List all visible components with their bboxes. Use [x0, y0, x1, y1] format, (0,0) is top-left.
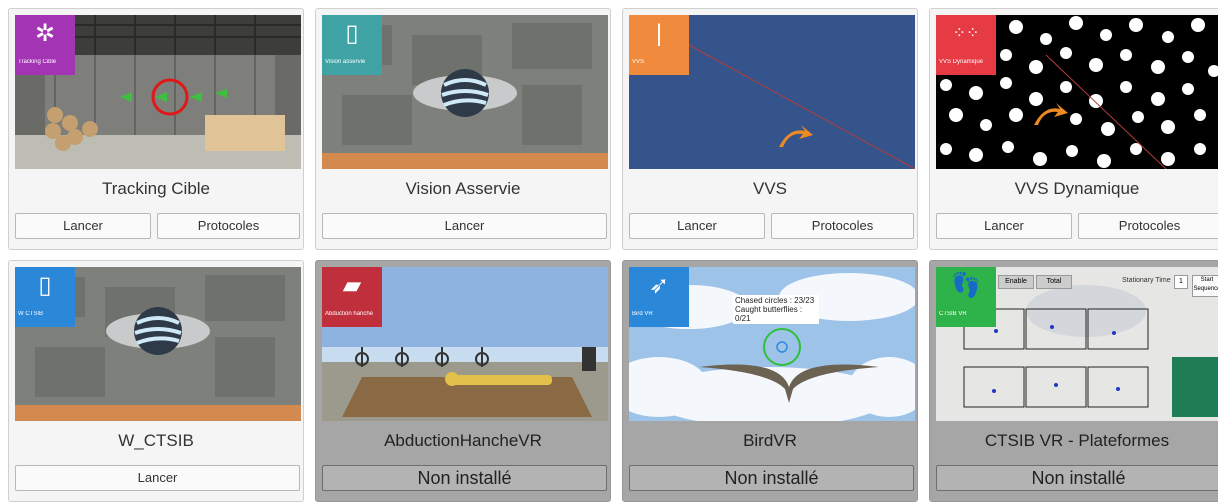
app-card-vvs-dynamique: ⁘⁘ VVS Dynamique VVS Dynamique Lancer Pr… [929, 8, 1218, 250]
app-title: W_CTSIB [118, 431, 194, 450]
app-badge: ▯ Vision asservie [322, 15, 382, 75]
app-badge: ✲ Tracking Cible [15, 15, 75, 75]
app-thumbnail: Chased circles : 23/23 Caught butterflie… [629, 267, 915, 421]
badge-label: CTSIB VR [939, 311, 967, 317]
vr-headset-icon: ▯ [38, 272, 52, 299]
vertical-line-icon: | [655, 20, 663, 47]
badge-label: Tracking Cible [18, 59, 57, 65]
launch-button[interactable]: Lancer [322, 213, 607, 239]
app-card-abduction-hanche-vr: ▰ Abduction hanche AbductionHancheVR Non… [315, 260, 611, 502]
app-badge: ⁘⁘ VVS Dynamique [936, 15, 996, 75]
caught-butterflies-text: Caught butterflies : 0/21 [735, 305, 803, 323]
app-title: Vision Asservie [405, 179, 521, 198]
app-thumbnail: ▰ Abduction hanche [322, 267, 608, 421]
app-card-w-ctsib: ▯ W CTSIB W_CTSIB Lancer [8, 260, 304, 502]
app-badge: | VVS [629, 15, 689, 75]
app-badge: ➶ Bird VR [629, 267, 689, 327]
app-badge: ▰ Abduction hanche [322, 267, 382, 327]
app-thumbnail: | VVS [629, 15, 915, 169]
total-tab: Total [1036, 275, 1072, 289]
app-thumbnail: ▯ W CTSIB [15, 267, 301, 421]
app-title: VVS [752, 179, 788, 198]
app-title: Tracking Cible [101, 179, 211, 198]
stationary-time-label: Stationary Time [1122, 277, 1171, 284]
launch-button[interactable]: Lancer [15, 465, 300, 491]
app-title: VVS Dynamique [1014, 179, 1140, 198]
dots-grid-icon: ⁘⁘ [952, 25, 980, 42]
chased-circles-text: Chased circles : 23/23 [735, 296, 815, 305]
app-thumbnail: ⁘⁘ VVS Dynamique [936, 15, 1218, 169]
bird-icon: ➶ [648, 272, 670, 299]
not-installed-button[interactable]: Non installé [322, 465, 607, 491]
badge-label: VVS Dynamique [939, 59, 984, 65]
badge-label: Vision asservie [325, 59, 366, 65]
start-sequence-button: Start Sequence [1192, 275, 1218, 297]
target-bug-icon: ✲ [34, 20, 56, 47]
protocols-button[interactable]: Protocoles [157, 213, 300, 239]
stationary-time-value: 1 [1174, 275, 1188, 289]
app-badge: ▯ W CTSIB [15, 267, 75, 327]
leg-raise-icon: ▰ [342, 272, 362, 299]
app-card-tracking-cible: ✲ Tracking Cible Tracking Cible Lancer P… [8, 8, 304, 250]
launch-button[interactable]: Lancer [15, 213, 151, 239]
app-badge: 👣 CTSIB VR [936, 267, 996, 327]
score-overlay: Chased circles : 23/23 Caught butterflie… [733, 295, 819, 324]
badge-label: Bird VR [632, 311, 653, 317]
app-card-vision-asservie: ▯ Vision asservie Vision Asservie Lancer [315, 8, 611, 250]
app-thumbnail: Enable Total Stationary Time 1 Start Seq… [936, 267, 1218, 421]
total-label: Total [1046, 278, 1062, 285]
app-title: AbductionHancheVR [384, 431, 542, 450]
enable-tab: Enable [998, 275, 1034, 289]
protocols-button[interactable]: Protocoles [1078, 213, 1218, 239]
vr-headset-icon: ▯ [345, 20, 359, 47]
launch-button[interactable]: Lancer [629, 213, 765, 239]
badge-label: VVS [632, 59, 645, 65]
not-installed-button[interactable]: Non installé [936, 465, 1218, 491]
app-card-ctsib-vr-plateformes: Enable Total Stationary Time 1 Start Seq… [929, 260, 1218, 502]
app-title: CTSIB VR - Plateformes [984, 431, 1170, 450]
app-title: BirdVR [743, 431, 797, 450]
launch-button[interactable]: Lancer [936, 213, 1072, 239]
feet-icon: 👣 [951, 272, 981, 299]
badge-label: Abduction hanche [325, 311, 374, 317]
app-thumbnail: ▯ Vision asservie [322, 15, 608, 169]
app-card-bird-vr: Chased circles : 23/23 Caught butterflie… [622, 260, 918, 502]
badge-label: W CTSIB [18, 311, 43, 317]
not-installed-button[interactable]: Non installé [629, 465, 914, 491]
app-thumbnail: ✲ Tracking Cible [15, 15, 301, 169]
protocols-button[interactable]: Protocoles [771, 213, 914, 239]
app-card-vvs: | VVS VVS Lancer Protocoles [622, 8, 918, 250]
enable-label: Enable [1005, 278, 1027, 285]
